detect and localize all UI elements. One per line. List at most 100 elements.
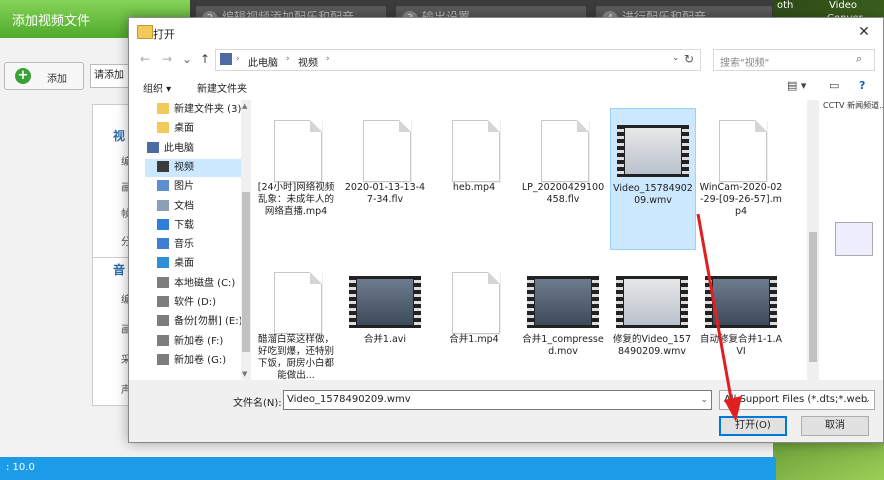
- file-item[interactable]: 合并1_compressed.mov: [521, 260, 605, 380]
- folder-icon: [137, 25, 153, 39]
- nav-item-label: 备份[勿删] (E:): [174, 316, 241, 328]
- preview-text: CCTV 新闻频道...: [823, 101, 884, 110]
- file-item[interactable]: [24小时]网络视频乱象：未成年人的网络直播.mp4: [254, 108, 338, 248]
- new-folder-button[interactable]: 新建文件夹: [197, 80, 247, 95]
- dialog-title: 打开: [153, 28, 175, 41]
- drive-icon: [157, 334, 169, 346]
- chevron-down-icon[interactable]: ⌄: [700, 391, 708, 409]
- file-document-icon: [274, 272, 322, 334]
- file-item[interactable]: 合并1.mp4: [432, 260, 516, 380]
- breadcrumb-this-pc[interactable]: 此电脑: [248, 54, 278, 69]
- file-item[interactable]: 醋溜白菜这样做，好吃到爆，还特别下饭，厨房小白都能做出...: [254, 260, 338, 380]
- video-thumbnail-icon: [616, 276, 688, 328]
- breadcrumb-videos[interactable]: 视频: [298, 54, 318, 69]
- nav-item[interactable]: 备份[勿删] (E:): [157, 313, 241, 331]
- dialog-titlebar[interactable]: 打开 ✕: [129, 18, 883, 46]
- file-item[interactable]: heb.mp4: [432, 108, 516, 248]
- cancel-button[interactable]: 取消: [801, 416, 869, 436]
- file-scroll-thumb[interactable]: [809, 232, 817, 362]
- back-arrow-icon[interactable]: ←: [137, 51, 153, 67]
- file-name: 醋溜白菜这样做，好吃到爆，还特别下饭，厨房小白都能做出...: [257, 334, 334, 380]
- nav-item[interactable]: 软件 (D:): [157, 294, 241, 312]
- breadcrumb-separator: ›: [286, 54, 290, 64]
- search-input[interactable]: 搜索"视频" ⌕: [713, 49, 875, 71]
- video-thumbnail-icon: [617, 125, 689, 177]
- file-item[interactable]: 自动修复合并1-1.AVI: [699, 260, 783, 380]
- file-type-select[interactable]: All Support Files (*.dts;*.web ⌄: [719, 390, 875, 410]
- nav-item[interactable]: 此电脑: [147, 140, 241, 158]
- download-icon: [157, 218, 169, 230]
- panel-divider: [93, 257, 129, 258]
- nav-item[interactable]: 桌面: [157, 255, 241, 273]
- nav-item-label: 软件 (D:): [174, 297, 217, 308]
- add-button[interactable]: + 添加: [4, 62, 84, 90]
- preview-thumbnail: [835, 222, 873, 256]
- recent-dropdown-icon[interactable]: ⌄: [179, 51, 195, 67]
- address-bar[interactable]: › 此电脑 › 视频 › ⌄ ↻: [215, 49, 701, 71]
- file-name-input[interactable]: Video_1578490209.wmv ⌄: [283, 390, 712, 410]
- navigation-pane: 新建文件夹 (3) 桌面 此电脑 视频 图片 文档 下载 音乐 桌面 本地磁盘 (C:) 软件 (D…: [129, 100, 241, 380]
- nav-item[interactable]: 新建文件夹 (3): [157, 101, 241, 119]
- video-thumbnail-icon: [349, 276, 421, 328]
- nav-item[interactable]: 文档: [157, 198, 241, 216]
- breadcrumb-separator: ›: [236, 54, 240, 64]
- nav-item[interactable]: 新加卷 (G:): [157, 352, 241, 370]
- file-name-value: Video_1578490209.wmv: [287, 394, 411, 405]
- file-item[interactable]: LP_20200429100458.flv: [521, 108, 605, 248]
- nav-scroll-thumb[interactable]: [242, 192, 250, 352]
- banner-text: Video: [829, 0, 858, 11]
- preview-pane-icon[interactable]: ▭: [829, 79, 839, 92]
- nav-item[interactable]: 新加卷 (F:): [157, 333, 241, 351]
- panel-heading: 视: [113, 129, 126, 143]
- drive-icon: [157, 296, 169, 307]
- folder-icon: [157, 103, 169, 114]
- nav-item-label: 此电脑: [164, 142, 194, 154]
- dialog-toolbar: 组织 ▾ 新建文件夹 ▤ ▾ ▭ ?: [129, 74, 883, 100]
- nav-scrollbar[interactable]: ▲ ▼: [241, 100, 251, 380]
- nav-item[interactable]: 桌面: [157, 120, 241, 138]
- nav-item[interactable]: 图片: [157, 178, 241, 196]
- folder-icon: [157, 122, 169, 134]
- file-list: [24小时]网络视频乱象：未成年人的网络直播.mp4 2020-01-13-13-…: [253, 100, 821, 380]
- file-item[interactable]: WinCam-2020-02-29-[09-26-57].mp4: [699, 108, 783, 248]
- view-options-icon[interactable]: ▤ ▾: [787, 79, 806, 92]
- file-name: 自动修复合并1-1.AVI: [699, 334, 783, 357]
- nav-item-label: 新加卷 (G:): [174, 354, 227, 366]
- file-item[interactable]: Video_1578490209.wmv: [610, 108, 696, 250]
- navigation-bar: ← → ⌄ ↑ › 此电脑 › 视频 › ⌄ ↻ 搜索"视频" ⌕: [129, 48, 883, 72]
- status-text: : 10.0: [6, 462, 35, 473]
- search-placeholder: 搜索"视频": [720, 58, 770, 69]
- nav-item-label: 下载: [174, 219, 194, 231]
- app-settings-panel: 视 编 画 帧 分 音 编 画 采 声: [92, 104, 131, 406]
- chevron-down-icon[interactable]: ⌄: [672, 53, 680, 63]
- file-item[interactable]: 合并1.avi: [343, 260, 427, 380]
- search-icon: ⌕: [856, 52, 863, 65]
- scroll-down-icon[interactable]: ▼: [242, 370, 247, 378]
- nav-item-label: 桌面: [174, 258, 194, 270]
- file-document-icon: [452, 272, 500, 334]
- file-item[interactable]: 2020-01-13-13-47-34.flv: [343, 108, 427, 248]
- open-button[interactable]: 打开(O): [719, 416, 787, 436]
- file-item[interactable]: 修复的Video_1578490209.wmv: [610, 260, 694, 380]
- nav-item[interactable]: 本地磁盘 (C:): [157, 275, 241, 293]
- file-name: Video_1578490209.wmv: [613, 183, 693, 206]
- file-document-icon: [452, 120, 500, 182]
- pc-icon: [147, 141, 159, 153]
- documents-icon: [157, 199, 169, 211]
- drive-icon: [157, 276, 169, 288]
- forward-arrow-icon[interactable]: →: [159, 51, 175, 67]
- nav-item[interactable]: 下载: [157, 217, 241, 235]
- up-arrow-icon[interactable]: ↑: [197, 51, 213, 67]
- file-document-icon: [541, 120, 589, 182]
- close-icon[interactable]: ✕: [853, 22, 875, 42]
- file-scrollbar[interactable]: [807, 100, 819, 380]
- refresh-icon[interactable]: ↻: [684, 52, 694, 66]
- nav-item[interactable]: 音乐: [157, 236, 241, 254]
- file-type-value: All Support Files (*.dts;*.web: [724, 394, 868, 405]
- scroll-up-icon[interactable]: ▲: [242, 102, 247, 110]
- music-icon: [157, 238, 169, 250]
- organize-menu[interactable]: 组织 ▾: [143, 80, 171, 95]
- help-icon[interactable]: ?: [859, 79, 865, 92]
- file-name: 修复的Video_1578490209.wmv: [613, 334, 691, 357]
- nav-item[interactable]: 视频: [145, 158, 241, 177]
